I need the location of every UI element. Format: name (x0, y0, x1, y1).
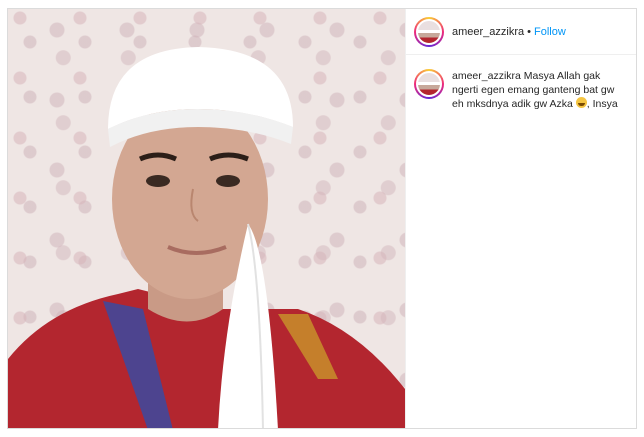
grinning-face-icon (575, 97, 587, 108)
avatar-image (416, 71, 442, 97)
caption-username[interactable]: ameer_azzikra (452, 70, 521, 82)
separator-dot: • (527, 25, 531, 38)
post-photo[interactable] (8, 9, 405, 428)
caption-text: ameer_azzikra Masya Allah gak ngerti ege… (452, 69, 622, 111)
post-sidebar: ameer_azzikra • Follow ameer_azzikra Mas… (405, 9, 636, 428)
caption-comment: ameer_azzikra Masya Allah gak ngerti ege… (406, 55, 636, 111)
caption-tail: , Insya (586, 98, 618, 110)
follow-button[interactable]: Follow (534, 26, 566, 38)
header-username[interactable]: ameer_azzikra (452, 26, 524, 38)
portrait-illustration (8, 47, 405, 428)
avatar-image (416, 18, 442, 45)
caption-avatar[interactable] (414, 69, 444, 99)
avatar[interactable] (414, 16, 444, 47)
instagram-post-embed: ameer_azzikra • Follow ameer_azzikra Mas… (7, 8, 637, 429)
post-header: ameer_azzikra • Follow (406, 9, 636, 55)
